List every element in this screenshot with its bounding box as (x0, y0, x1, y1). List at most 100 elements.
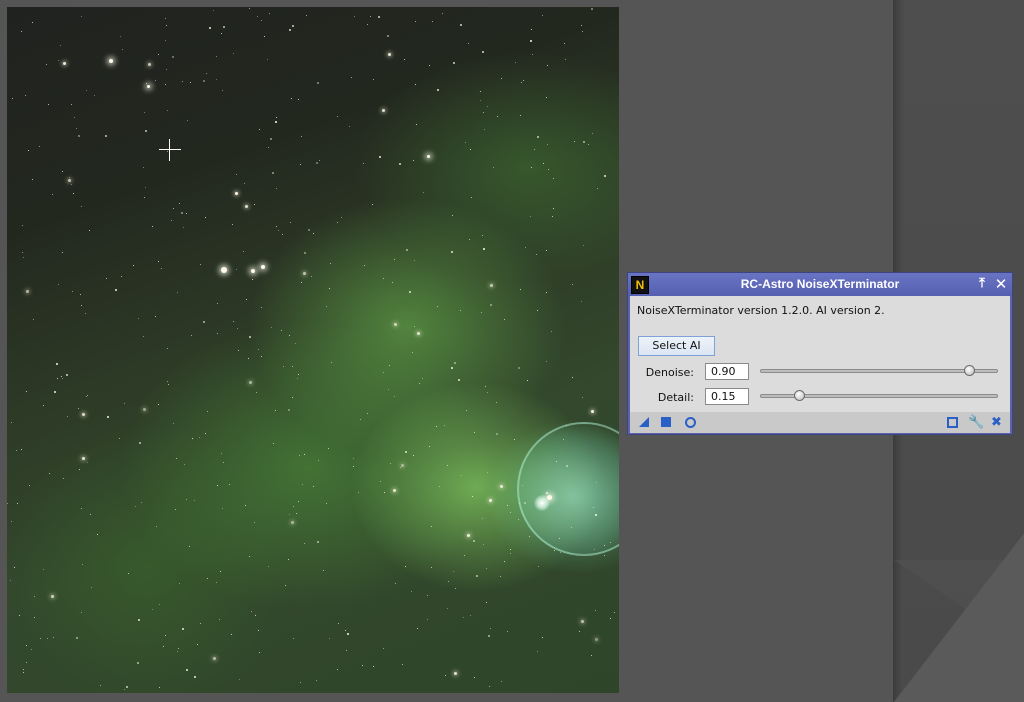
bright-star (109, 59, 113, 63)
star (255, 615, 256, 616)
star (62, 171, 63, 172)
star (29, 485, 30, 486)
star (47, 638, 48, 639)
star (432, 21, 433, 22)
star (319, 160, 320, 161)
preview-icon[interactable] (946, 416, 959, 429)
star (514, 439, 515, 440)
star (388, 53, 391, 56)
collapse-icon[interactable]: ✖ (991, 416, 1004, 429)
star (86, 90, 87, 91)
star (593, 507, 594, 508)
star (571, 527, 572, 528)
star (194, 676, 196, 678)
star (223, 462, 224, 463)
star (292, 366, 293, 367)
denoise-input[interactable]: 0.90 (705, 363, 749, 380)
denoise-slider[interactable] (760, 365, 998, 376)
detail-slider[interactable] (760, 390, 998, 401)
star (337, 669, 338, 670)
star (183, 227, 184, 228)
star (276, 117, 277, 118)
reset-icon[interactable]: 🔧 (968, 416, 984, 429)
star (311, 276, 312, 277)
star (476, 575, 478, 577)
select-ai-button[interactable]: Select AI (638, 336, 715, 356)
star (490, 304, 492, 306)
detail-label: Detail: (657, 391, 694, 404)
star (353, 458, 354, 459)
star (596, 482, 597, 483)
star (547, 65, 548, 66)
star (467, 534, 470, 537)
star (217, 303, 218, 304)
star (481, 312, 482, 313)
star (520, 115, 521, 116)
star (233, 321, 234, 322)
new-instance-icon[interactable] (638, 416, 651, 429)
star (178, 648, 179, 649)
star (254, 522, 255, 523)
star (581, 301, 582, 302)
star (387, 35, 389, 37)
dialog-titlebar[interactable]: N RC-Astro NoiseXTerminator ⤒ ✕ (628, 273, 1012, 296)
star (313, 233, 314, 234)
star (76, 637, 78, 639)
star (288, 559, 289, 560)
shade-icon[interactable]: ⤒ (975, 277, 989, 291)
denoise-label: Denoise: (645, 366, 694, 379)
nebula-image[interactable] (7, 7, 619, 693)
star (563, 439, 564, 440)
star (464, 555, 465, 556)
star (460, 24, 462, 26)
star (11, 422, 12, 423)
star (148, 63, 151, 66)
star (62, 378, 63, 379)
star (176, 458, 177, 459)
detail-input[interactable]: 0.15 (705, 388, 749, 405)
star (595, 514, 597, 516)
star (316, 162, 318, 164)
close-icon[interactable]: ✕ (994, 277, 1008, 292)
star (26, 662, 27, 663)
star (364, 265, 365, 266)
star (223, 26, 225, 28)
noisexterminator-dialog[interactable]: N RC-Astro NoiseXTerminator ⤒ ✕ NoiseXTe… (627, 272, 1013, 435)
star (308, 229, 310, 231)
star (480, 91, 481, 92)
apply-global-icon[interactable] (684, 416, 697, 429)
star (515, 62, 516, 63)
star (501, 78, 502, 79)
star (437, 89, 439, 91)
detail-slider-handle[interactable] (794, 390, 805, 401)
star (461, 475, 462, 476)
star (126, 686, 128, 688)
star (138, 619, 140, 621)
star (158, 404, 159, 405)
star (453, 62, 455, 64)
star (43, 569, 44, 570)
star (278, 230, 279, 231)
star (67, 416, 68, 417)
star (12, 98, 13, 99)
star (87, 462, 88, 463)
star (465, 142, 466, 143)
star (353, 466, 354, 467)
star (293, 506, 294, 507)
star (243, 251, 244, 252)
star (537, 136, 539, 138)
star (66, 374, 68, 376)
star (444, 425, 445, 426)
star (71, 184, 72, 185)
star (581, 620, 584, 623)
star (468, 43, 469, 44)
star (213, 10, 214, 11)
denoise-slider-handle[interactable] (964, 365, 975, 376)
side-panel-facet-lower (894, 532, 1024, 702)
star (579, 631, 580, 632)
star (400, 467, 401, 468)
star (288, 409, 290, 411)
apply-icon[interactable] (660, 416, 673, 429)
star (554, 550, 555, 551)
star (367, 413, 368, 414)
